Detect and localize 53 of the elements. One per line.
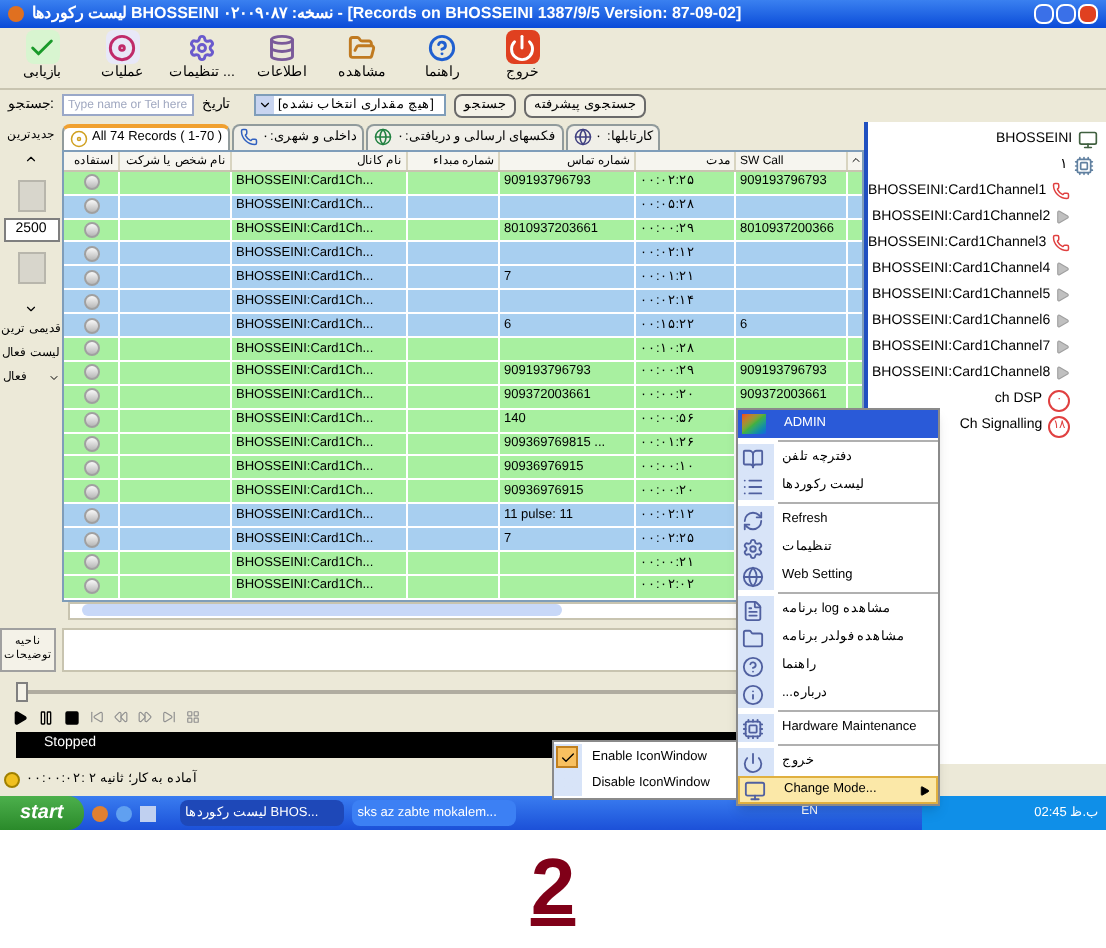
page-icon xyxy=(17,179,45,212)
computer-icon xyxy=(1078,129,1099,150)
skip-forward-button[interactable] xyxy=(162,710,176,725)
book-icon xyxy=(742,447,764,469)
warning-icon xyxy=(4,772,20,789)
help-icon xyxy=(742,655,764,677)
forward-button[interactable] xyxy=(138,710,152,725)
desktop-icon[interactable] xyxy=(139,805,156,822)
view-icon xyxy=(345,30,379,65)
play-button[interactable] xyxy=(12,709,28,726)
globe-icon xyxy=(374,128,393,147)
info-icon xyxy=(265,30,299,65)
maximize-button[interactable] xyxy=(1056,3,1076,24)
restore-icon xyxy=(25,30,59,65)
folder-icon xyxy=(742,627,764,649)
playlist-button[interactable] xyxy=(186,710,200,725)
monitor-icon xyxy=(744,779,766,801)
stop-button[interactable] xyxy=(64,709,80,726)
list-icon xyxy=(742,475,764,497)
horizontal-scrollbar[interactable] xyxy=(82,604,562,617)
minimize-button[interactable] xyxy=(1034,3,1054,24)
refresh-icon xyxy=(742,509,764,531)
settings-icon xyxy=(742,537,764,559)
flag-icon xyxy=(742,414,766,434)
slider-thumb[interactable] xyxy=(16,681,28,702)
phone-icon xyxy=(1052,182,1071,201)
globe-icon xyxy=(742,565,764,587)
document-icon xyxy=(742,599,764,621)
operations-icon xyxy=(105,30,139,65)
power-icon xyxy=(742,751,764,773)
triangle-icon xyxy=(1056,210,1071,225)
close-button[interactable] xyxy=(1078,3,1098,24)
window-title: لیست رکوردها BHOSSEINI ۰۲۰۰۹۰۸۷ :نسخه - [Records on BHOSSEINI 1387/9/5 Version: 87-09-02] xyxy=(32,1,742,26)
phone-icon xyxy=(1052,234,1071,253)
card-icon xyxy=(1074,155,1095,176)
globe-icon[interactable] xyxy=(115,805,132,822)
app-icon xyxy=(8,5,24,22)
check-mark-icon xyxy=(556,746,578,768)
settings-icon xyxy=(185,30,219,65)
browser-icon[interactable] xyxy=(91,805,108,822)
chip-icon xyxy=(742,717,764,739)
help-icon xyxy=(425,30,459,65)
globe-icon xyxy=(573,128,592,147)
page-icon xyxy=(17,251,45,284)
phone-icon xyxy=(240,128,259,147)
info-icon xyxy=(742,683,764,705)
pause-button[interactable] xyxy=(38,709,54,726)
rewind-button[interactable] xyxy=(114,710,128,725)
exit-icon xyxy=(505,30,539,65)
submenu-arrow-icon xyxy=(920,785,930,795)
disc-icon xyxy=(70,129,88,148)
caption-number: 2 xyxy=(530,846,576,930)
skip-back-button[interactable] xyxy=(90,710,104,725)
